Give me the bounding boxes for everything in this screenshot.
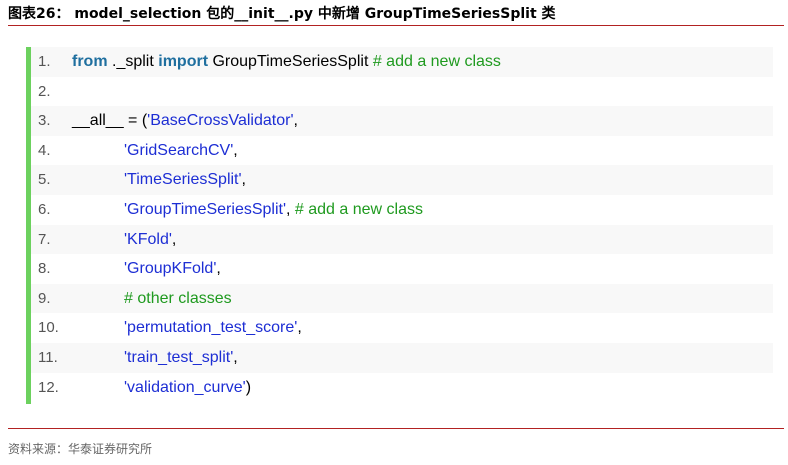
code-text: __all__ = ('BaseCrossValidator', [72, 106, 298, 136]
comment-token: # add a new class [372, 53, 501, 70]
code-text: 'train_test_split', [124, 343, 238, 373]
code-text: 'GridSearchCV', [124, 136, 238, 166]
code-text: 'GroupTimeSeriesSplit', # add a new clas… [124, 195, 423, 225]
code-block: 1. from ._split import GroupTimeSeriesSpl… [26, 47, 773, 404]
code-line: 11. 'train_test_split', [31, 342, 773, 373]
code-text: # other classes [124, 284, 232, 314]
code-token: GroupTimeSeriesSplit [208, 53, 373, 70]
line-number: 5. [38, 171, 51, 189]
code-line: 9. # other classes [31, 283, 773, 314]
line-number: 7. [38, 230, 51, 248]
string-token: 'permutation_test_score' [124, 319, 298, 337]
line-number: 10. [38, 319, 59, 337]
string-token: 'validation_curve' [124, 378, 246, 396]
code-token: , [171, 230, 177, 248]
line-number: 12. [38, 378, 59, 396]
code-text: 'KFold', [124, 225, 176, 255]
code-token: __all__ = ( [72, 112, 148, 130]
source-note: 资料来源：华泰证券研究所 [8, 442, 153, 456]
code-token: , [286, 200, 295, 218]
title-divider [8, 25, 784, 26]
string-token: 'GroupTimeSeriesSplit' [124, 200, 287, 218]
code-text: from ._split import GroupTimeSeriesSplit… [72, 47, 501, 77]
source-divider [8, 428, 784, 429]
line-number: 2. [38, 82, 51, 100]
code-text: 'permutation_test_score', [124, 313, 302, 343]
line-number: 11. [38, 348, 58, 366]
code-text: 'validation_curve') [124, 373, 251, 403]
code-line: 5. 'TimeSeriesSplit', [31, 165, 773, 195]
code-line: 6. 'GroupTimeSeriesSplit', # add a new cl… [31, 194, 773, 225]
line-number: 9. [38, 289, 51, 307]
comment-token: # add a new class [294, 200, 423, 218]
code-token: ._split [107, 53, 159, 70]
code-line: 12. 'validation_curve') [31, 372, 773, 403]
code-line: 8. 'GroupKFold', [31, 254, 773, 284]
code-token: , [293, 112, 298, 130]
code-token: , [216, 260, 221, 278]
code-token: , [241, 171, 246, 189]
code-line: 10. 'permutation_test_score', [31, 313, 773, 343]
string-token: 'GridSearchCV' [124, 141, 234, 159]
code-line: 3. __all__ = ('BaseCrossValidator', [31, 106, 773, 136]
code-text: 'GroupKFold', [124, 254, 221, 284]
code-token: , [233, 141, 238, 159]
string-token: 'BaseCrossValidator' [147, 112, 294, 130]
figure-title: 图表26： model_selection 包的__init__.py 中新增 … [8, 6, 556, 22]
code-line: 4. 'GridSearchCV', [31, 135, 773, 166]
comment-token: # other classes [124, 289, 232, 307]
line-number: 6. [38, 200, 51, 218]
string-token: 'TimeSeriesSplit' [124, 171, 242, 189]
string-token: 'train_test_split' [124, 348, 234, 366]
string-token: 'GroupKFold' [124, 260, 217, 278]
code-line: 7. 'KFold', [31, 224, 773, 255]
line-number: 4. [38, 141, 51, 159]
code-token: , [297, 319, 302, 337]
keyword-token: from [72, 53, 108, 70]
code-text: 'TimeSeriesSplit', [124, 165, 246, 195]
line-number: 8. [38, 260, 51, 278]
code-line: 2. [31, 76, 773, 107]
code-token: , [233, 348, 238, 366]
code-line: 1. from ._split import GroupTimeSeriesSpl… [31, 47, 773, 77]
string-token: 'KFold' [124, 230, 172, 248]
code-token: ) [245, 378, 252, 396]
keyword-token: import [158, 53, 209, 70]
